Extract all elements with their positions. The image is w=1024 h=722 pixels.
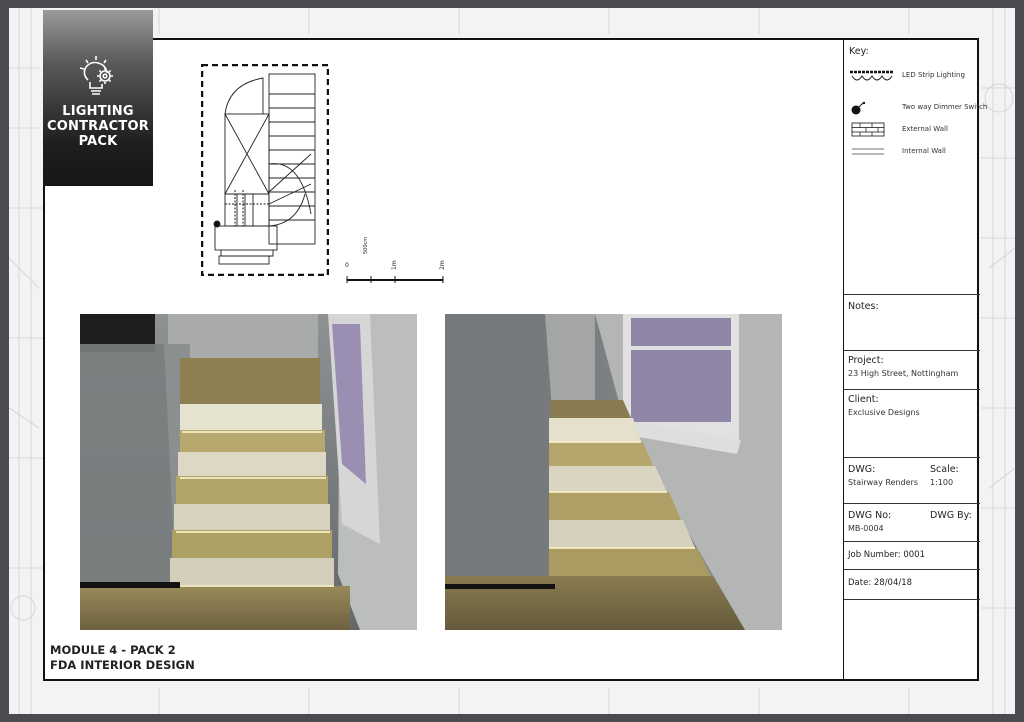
lighting-contractor-badge: LIGHTING CONTRACTOR PACK	[43, 10, 153, 186]
company-label: FDA INTERIOR DESIGN	[50, 658, 195, 672]
led-strip-symbol	[850, 70, 894, 81]
date: Date: 28/04/18	[848, 578, 913, 588]
dwg-section: DWG: Stairway Renders Scale: 1:100	[844, 458, 980, 504]
key-item-internal-wall: Internal Wall	[844, 144, 980, 160]
scale-tick-500cm: 500cm	[363, 236, 369, 254]
client-label: Client:	[848, 394, 879, 405]
badge-line-2: CONTRACTOR	[47, 119, 149, 134]
key-label: External Wall	[902, 125, 948, 133]
stairway-render-front	[80, 314, 417, 630]
key-item-led-strip: LED Strip Lighting	[844, 68, 980, 84]
job-number: Job Number: 0001	[848, 550, 925, 560]
scale-tick-1m: 1m	[391, 260, 398, 270]
badge-line-1: LIGHTING	[62, 104, 134, 119]
key-section: Key: LED Strip Lighting Two way Dimmer S…	[844, 40, 987, 295]
key-title: Key:	[849, 46, 869, 57]
client-section: Client: Exclusive Designs	[844, 390, 980, 458]
internal-wall-symbol	[852, 148, 884, 155]
dwg-no-label: DWG No:	[848, 510, 892, 521]
key-label: LED Strip Lighting	[902, 71, 965, 79]
project-section: Project: 23 High Street, Nottingham	[844, 351, 980, 390]
scale-label: Scale:	[930, 464, 959, 475]
drawing-page: 0 500cm 1m 2m MODULE 4 - PACK 2 FDA INTE…	[9, 8, 1015, 714]
key-item-dimmer-switch: Two way Dimmer Switch	[844, 100, 987, 116]
lightbulb-gear-icon	[79, 56, 113, 95]
client-value: Exclusive Designs	[848, 408, 920, 417]
floor-plan-drawing	[201, 64, 329, 276]
scale-tick-2m: 2m	[439, 260, 446, 270]
drawing-sheet: 0 500cm 1m 2m MODULE 4 - PACK 2 FDA INTE…	[43, 38, 987, 681]
scale-tick-0: 0	[345, 262, 349, 269]
module-label: MODULE 4 - PACK 2	[50, 643, 176, 657]
dwg-no-section: DWG No: MB-0004 DWG By:	[844, 504, 980, 542]
date-section: Date: 28/04/18	[844, 570, 980, 600]
badge-title: LIGHTING CONTRACTOR PACK	[43, 104, 153, 149]
drawing-footer: MODULE 4 - PACK 2 FDA INTERIOR DESIGN	[50, 643, 195, 673]
dwg-label: DWG:	[848, 464, 876, 475]
dwg-value: Stairway Renders	[848, 478, 918, 487]
project-value: 23 High Street, Nottingham	[848, 369, 959, 378]
notes-label: Notes:	[848, 301, 879, 312]
dimmer-switch-symbol	[851, 101, 866, 115]
dwg-no-value: MB-0004	[848, 524, 884, 533]
dwg-by-label: DWG By:	[930, 510, 972, 521]
key-label: Internal Wall	[902, 147, 946, 155]
key-item-external-wall: External Wall	[844, 122, 980, 138]
badge-line-3: PACK	[78, 134, 118, 149]
external-wall-symbol	[851, 122, 885, 137]
project-label: Project:	[848, 355, 884, 366]
stairway-render-angled	[445, 314, 782, 630]
notes-section: Notes:	[844, 295, 980, 351]
scale-bar	[346, 276, 444, 283]
job-number-section: Job Number: 0001	[844, 542, 980, 570]
key-label: Two way Dimmer Switch	[902, 103, 988, 111]
title-block: Key: LED Strip Lighting Two way Dimmer S…	[843, 40, 987, 679]
scale-value: 1:100	[930, 478, 954, 487]
